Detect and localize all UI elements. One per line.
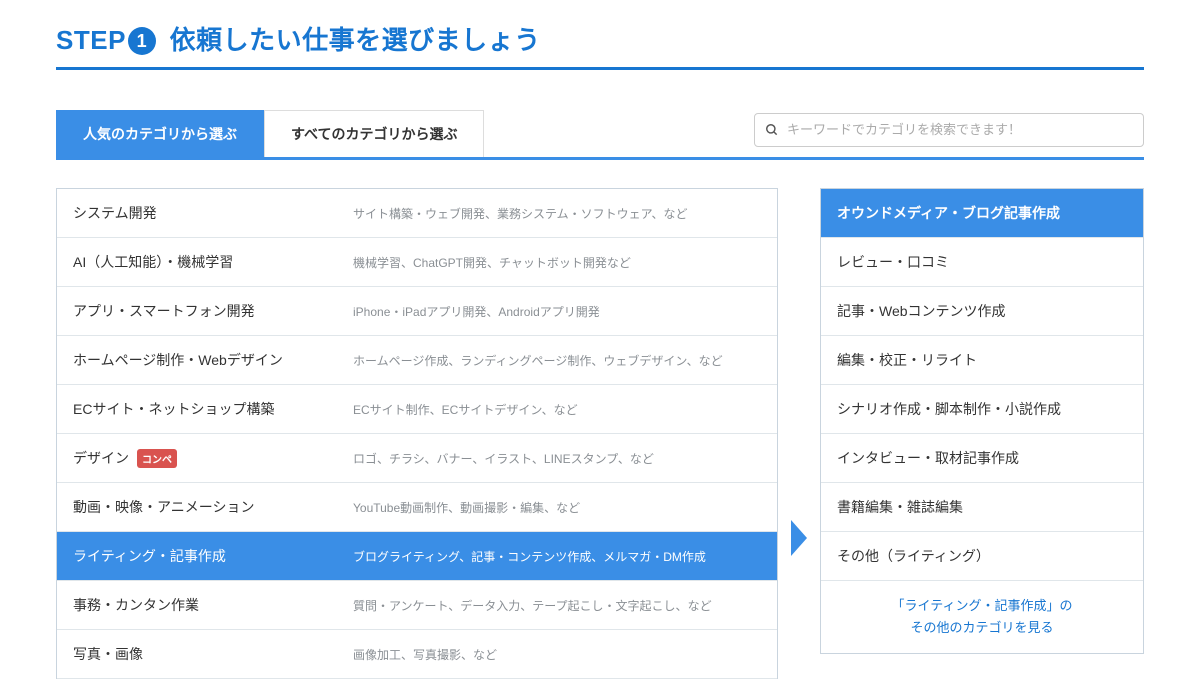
main-category-desc: 質問・アンケート、データ入力、テープ起こし・文字起こし、など (353, 597, 761, 614)
main-category-desc: ロゴ、チラシ、バナー、イラスト、LINEスタンプ、など (353, 450, 761, 467)
step-title-text: 依頼したい仕事を選びましょう (170, 25, 541, 55)
subcategory-item[interactable]: シナリオ作成・脚本制作・小説作成 (821, 384, 1143, 433)
main-category-desc: ホームページ作成、ランディングページ制作、ウェブデザイン、など (353, 352, 761, 369)
toolbar: 人気のカテゴリから選ぶ すべてのカテゴリから選ぶ (56, 110, 1144, 160)
search-container (754, 110, 1144, 157)
competition-badge: コンペ (137, 449, 177, 468)
subcategory-list: レビュー・口コミ記事・Webコンテンツ作成編集・校正・リライトシナリオ作成・脚本… (821, 237, 1143, 580)
main-category-label: ライティング・記事作成 (73, 546, 353, 566)
main-category-item[interactable]: 動画・映像・アニメーションYouTube動画制作、動画撮影・編集、など (57, 483, 777, 532)
main-category-item[interactable]: AI（人工知能）・機械学習機械学習、ChatGPT開発、チャットボット開発など (57, 238, 777, 287)
main-category-item[interactable]: アプリ・スマートフォン開発iPhone・iPadアプリ開発、Androidアプリ… (57, 287, 777, 336)
subcategory-header[interactable]: オウンドメディア・ブログ記事作成 (821, 189, 1143, 237)
search-input[interactable] (787, 122, 1133, 137)
main-category-desc: 画像加工、写真撮影、など (353, 646, 761, 663)
main-category-desc: YouTube動画制作、動画撮影・編集、など (353, 499, 761, 516)
step-number-badge: 1 (128, 27, 156, 55)
main-category-item[interactable]: ホームページ制作・Webデザインホームページ作成、ランディングページ制作、ウェブ… (57, 336, 777, 385)
tab-popular-categories[interactable]: 人気のカテゴリから選ぶ (56, 110, 264, 157)
main-category-label: 写真・画像 (73, 644, 353, 664)
main-category-item[interactable]: 写真・画像画像加工、写真撮影、など (57, 630, 777, 679)
subcategory-item[interactable]: レビュー・口コミ (821, 237, 1143, 286)
arrow-right-icon (791, 520, 807, 556)
main-category-label: ECサイト・ネットショップ構築 (73, 399, 353, 419)
main-category-label: 事務・カンタン作業 (73, 595, 353, 615)
see-more-categories-link[interactable]: 「ライティング・記事作成」の その他のカテゴリを見る (821, 580, 1143, 653)
main-category-label: ホームページ制作・Webデザイン (73, 350, 353, 370)
search-icon (765, 123, 779, 137)
subcategory-item[interactable]: 書籍編集・雑誌編集 (821, 482, 1143, 531)
main-category-desc: iPhone・iPadアプリ開発、Androidアプリ開発 (353, 303, 761, 320)
subcategory-item[interactable]: その他（ライティング） (821, 531, 1143, 580)
subcategory-panel: オウンドメディア・ブログ記事作成 レビュー・口コミ記事・Webコンテンツ作成編集… (820, 188, 1144, 654)
main-category-item[interactable]: ECサイト・ネットショップ構築ECサイト制作、ECサイトデザイン、など (57, 385, 777, 434)
category-tabs: 人気のカテゴリから選ぶ すべてのカテゴリから選ぶ (56, 110, 484, 157)
main-category-desc: サイト構築・ウェブ開発、業務システム・ソフトウェア、など (353, 205, 761, 222)
main-category-label: アプリ・スマートフォン開発 (73, 301, 353, 321)
subcategory-item[interactable]: 編集・校正・リライト (821, 335, 1143, 384)
main-category-desc: ECサイト制作、ECサイトデザイン、など (353, 401, 761, 418)
step-prefix: STEP (56, 25, 126, 55)
main-category-label: 動画・映像・アニメーション (73, 497, 353, 517)
main-category-item[interactable]: ライティング・記事作成ブログライティング、記事・コンテンツ作成、メルマガ・DM作… (57, 532, 777, 581)
main-category-item[interactable]: 事務・カンタン作業質問・アンケート、データ入力、テープ起こし・文字起こし、など (57, 581, 777, 630)
main-category-label: システム開発 (73, 203, 353, 223)
main-category-list: システム開発サイト構築・ウェブ開発、業務システム・ソフトウェア、などAI（人工知… (56, 188, 778, 679)
subcategory-item[interactable]: インタビュー・取材記事作成 (821, 433, 1143, 482)
page-title: STEP1 依頼したい仕事を選びましょう (56, 20, 1144, 70)
main-category-desc: ブログライティング、記事・コンテンツ作成、メルマガ・DM作成 (353, 548, 761, 565)
main-category-item[interactable]: システム開発サイト構築・ウェブ開発、業務システム・ソフトウェア、など (57, 189, 777, 238)
tab-all-categories[interactable]: すべてのカテゴリから選ぶ (264, 110, 484, 157)
main-category-label: デザインコンペ (73, 448, 353, 468)
main-category-label: AI（人工知能）・機械学習 (73, 252, 353, 272)
arrow-column (788, 188, 810, 678)
search-box[interactable] (754, 113, 1144, 147)
subcategory-item[interactable]: 記事・Webコンテンツ作成 (821, 286, 1143, 335)
main-category-desc: 機械学習、ChatGPT開発、チャットボット開発など (353, 254, 761, 271)
main-category-item[interactable]: デザインコンペロゴ、チラシ、バナー、イラスト、LINEスタンプ、など (57, 434, 777, 483)
